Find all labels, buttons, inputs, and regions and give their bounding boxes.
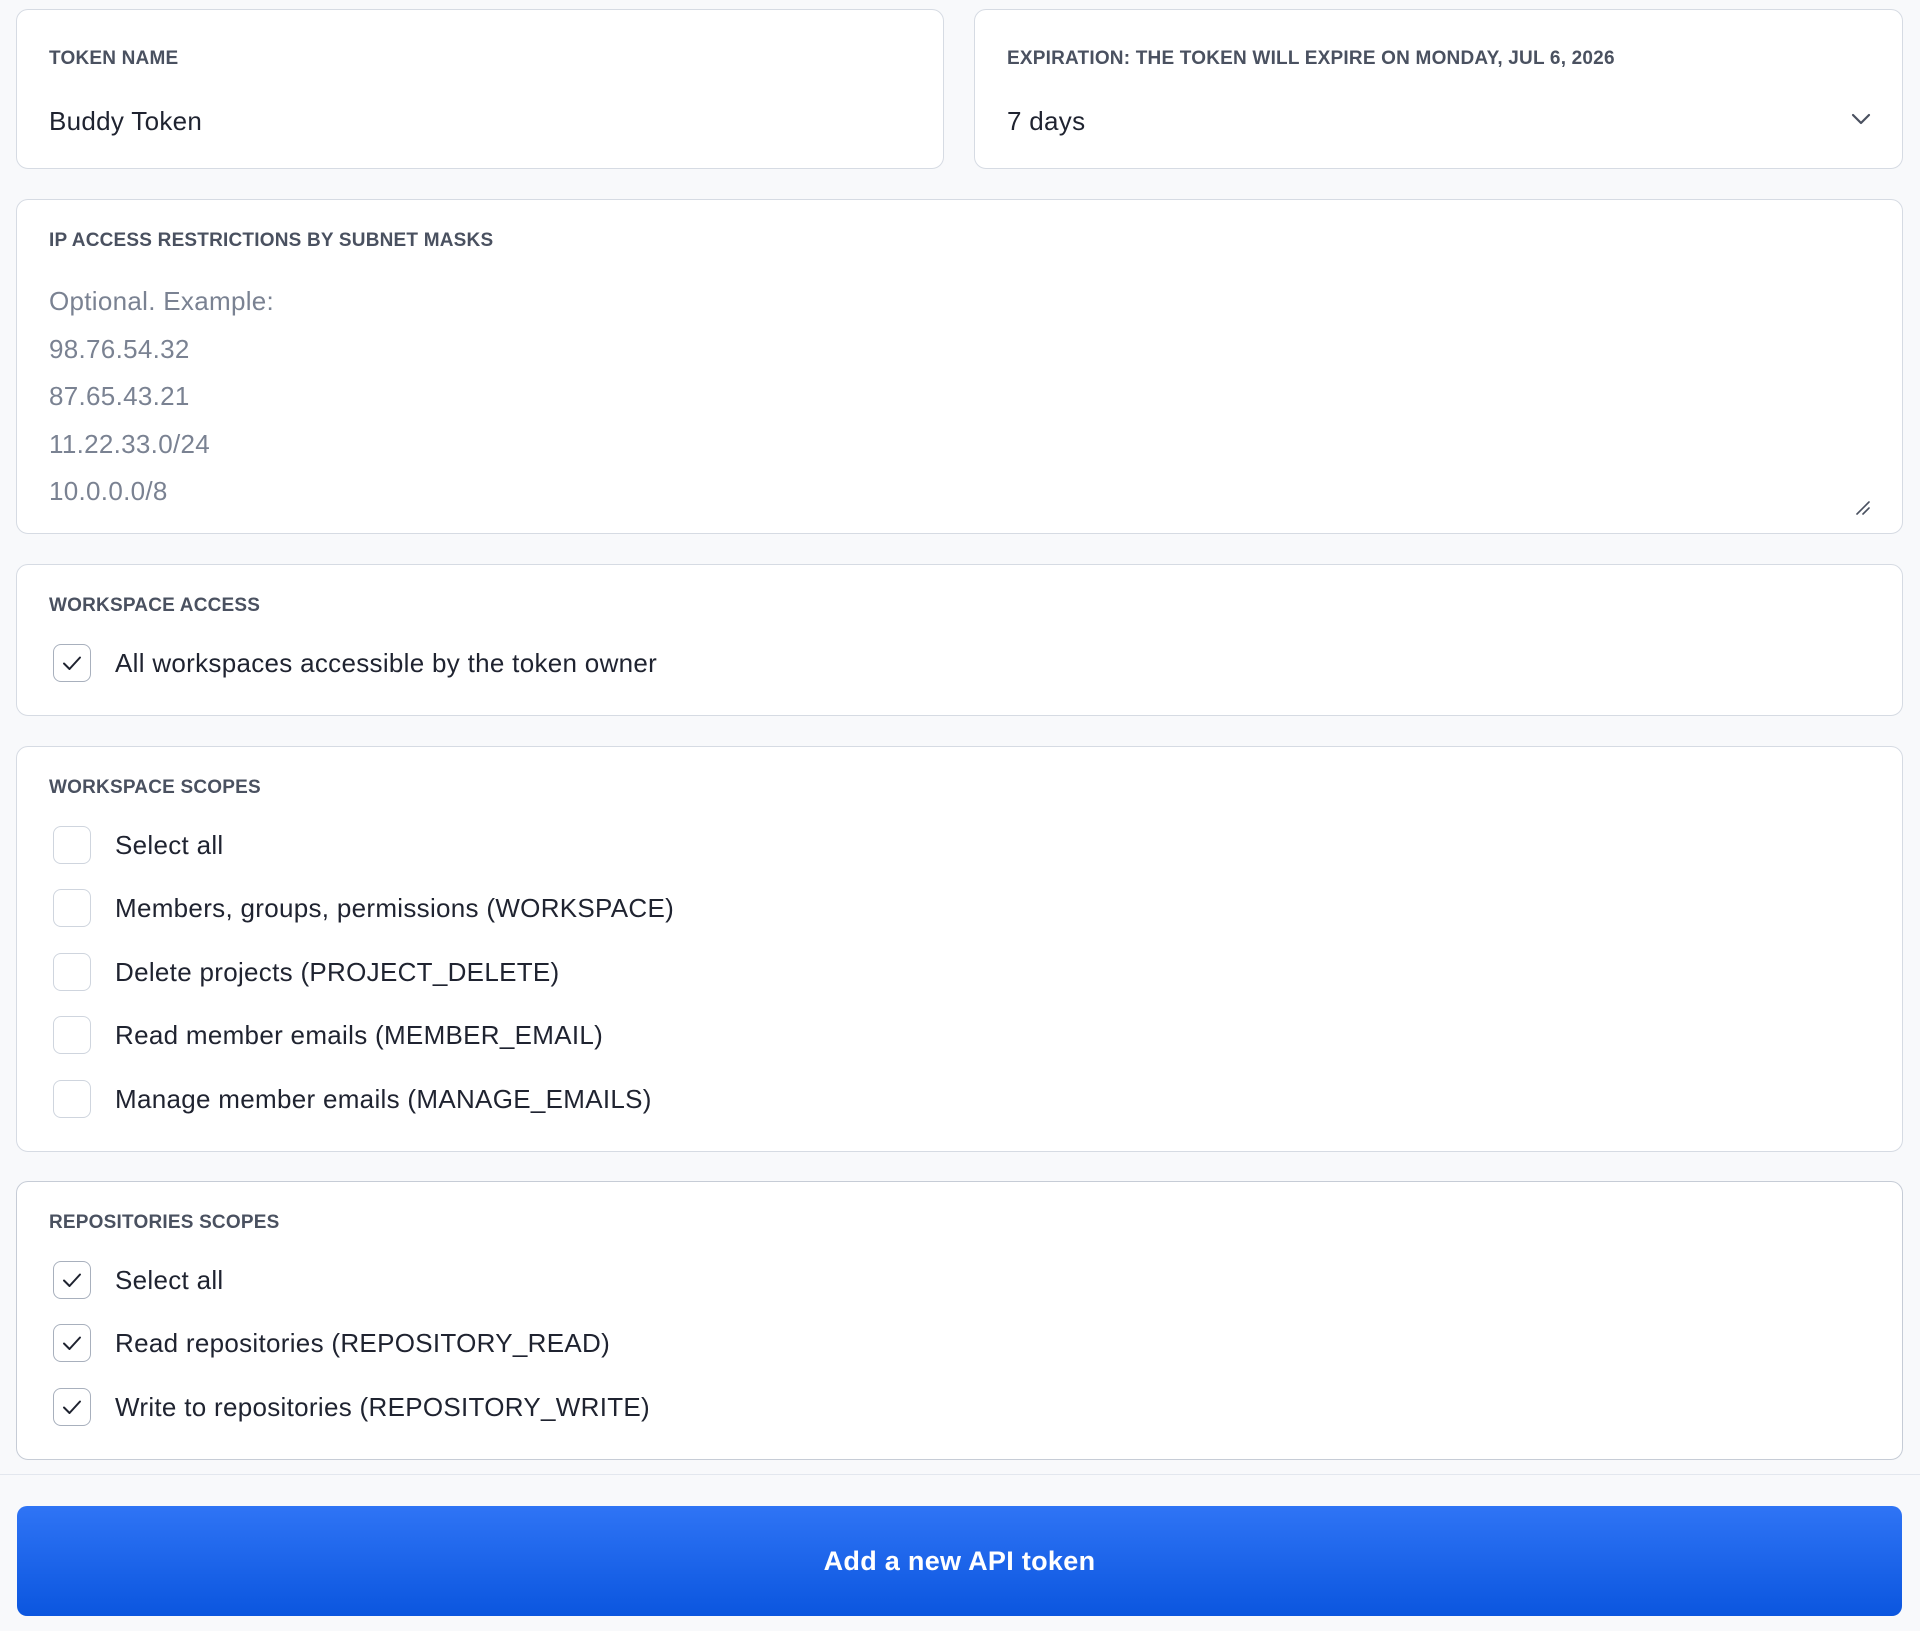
api-token-form: TOKEN NAME Buddy Token EXPIRATION: THE T…: [0, 0, 1920, 1631]
checkbox-label: Delete projects (PROJECT_DELETE): [115, 956, 560, 987]
workspace-scopes-label: WORKSPACE SCOPES: [49, 777, 261, 798]
all-workspaces-checkbox[interactable]: [53, 644, 91, 682]
checkbox-label: Write to repositories (REPOSITORY_WRITE): [115, 1391, 651, 1422]
ip-restrictions-textarea[interactable]: IP ACCESS RESTRICTIONS BY SUBNET MASKS O…: [16, 199, 1903, 534]
token-name-label: TOKEN NAME: [49, 48, 179, 69]
scope-repository-read-row[interactable]: Read repositories (REPOSITORY_READ): [53, 1323, 610, 1363]
repositories-scopes-label: REPOSITORIES SCOPES: [49, 1212, 280, 1233]
placeholder-line: Optional. Example:: [49, 286, 275, 316]
check-icon: [63, 1336, 81, 1350]
scope-member-email-checkbox[interactable]: [53, 1016, 91, 1054]
repo-select-all-checkbox[interactable]: [53, 1261, 91, 1299]
workspace-scopes-section: WORKSPACE SCOPES Select all Members, gro…: [16, 746, 1903, 1152]
check-icon: [63, 1400, 81, 1414]
placeholder-line: 98.76.54.32: [49, 333, 190, 364]
scope-manage-emails-row[interactable]: Manage member emails (MANAGE_EMAILS): [53, 1079, 652, 1119]
checkbox-label: Select all: [115, 829, 224, 860]
expiration-label: EXPIRATION: THE TOKEN WILL EXPIRE ON MON…: [1007, 48, 1615, 69]
checkbox-label: Read repositories (REPOSITORY_READ): [115, 1327, 611, 1358]
checkbox-label: Read member emails (MEMBER_EMAIL): [115, 1019, 604, 1050]
workspace-access-section: WORKSPACE ACCESS All workspaces accessib…: [16, 564, 1903, 716]
scope-project-delete-checkbox[interactable]: [53, 953, 91, 991]
scope-manage-emails-checkbox[interactable]: [53, 1080, 91, 1118]
checkbox-label: Manage member emails (MANAGE_EMAILS): [115, 1083, 652, 1114]
expiration-selected-value[interactable]: 7 days: [1007, 106, 1085, 137]
checkbox-label: Select all: [115, 1264, 224, 1295]
scope-repository-read-checkbox[interactable]: [53, 1324, 91, 1362]
placeholder-line: 87.65.43.21: [49, 381, 190, 411]
checkbox-label: Members, groups, permissions (WORKSPACE): [115, 892, 675, 923]
ip-restrictions-placeholder[interactable]: Optional. Example: 98.76.54.32 87.65.43.…: [49, 286, 274, 524]
check-icon: [63, 656, 81, 670]
scope-project-delete-row[interactable]: Delete projects (PROJECT_DELETE): [53, 952, 560, 992]
scope-workspace-checkbox[interactable]: [53, 889, 91, 927]
placeholder-line: 11.22.33.0/24: [49, 428, 211, 459]
placeholder-line: 10.0.0.0/8: [49, 476, 168, 506]
scope-workspace-row[interactable]: Members, groups, permissions (WORKSPACE): [53, 888, 674, 928]
workspace-select-all-checkbox[interactable]: [53, 826, 91, 864]
footer-divider: [0, 1474, 1920, 1475]
scope-repository-write-checkbox[interactable]: [53, 1388, 91, 1426]
scope-member-email-row[interactable]: Read member emails (MEMBER_EMAIL): [53, 1015, 603, 1055]
add-api-token-button[interactable]: Add a new API token: [17, 1506, 1902, 1616]
checkbox-label: All workspaces accessible by the token o…: [115, 647, 658, 678]
all-workspaces-checkbox-row[interactable]: All workspaces accessible by the token o…: [53, 643, 657, 683]
repo-select-all-row[interactable]: Select all: [53, 1260, 224, 1300]
workspace-select-all-row[interactable]: Select all: [53, 825, 224, 865]
token-name-input[interactable]: Buddy Token: [49, 106, 202, 137]
token-name-field[interactable]: TOKEN NAME Buddy Token: [16, 9, 944, 169]
resize-handle-icon[interactable]: [1854, 499, 1870, 515]
scope-repository-write-row[interactable]: Write to repositories (REPOSITORY_WRITE): [53, 1387, 650, 1427]
ip-restrictions-label: IP ACCESS RESTRICTIONS BY SUBNET MASKS: [49, 230, 494, 251]
repositories-scopes-section: REPOSITORIES SCOPES Select all Read repo…: [16, 1181, 1903, 1460]
check-icon: [63, 1273, 81, 1287]
workspace-access-label: WORKSPACE ACCESS: [49, 595, 261, 616]
chevron-down-icon[interactable]: [1850, 112, 1872, 126]
expiration-select[interactable]: EXPIRATION: THE TOKEN WILL EXPIRE ON MON…: [974, 9, 1903, 169]
